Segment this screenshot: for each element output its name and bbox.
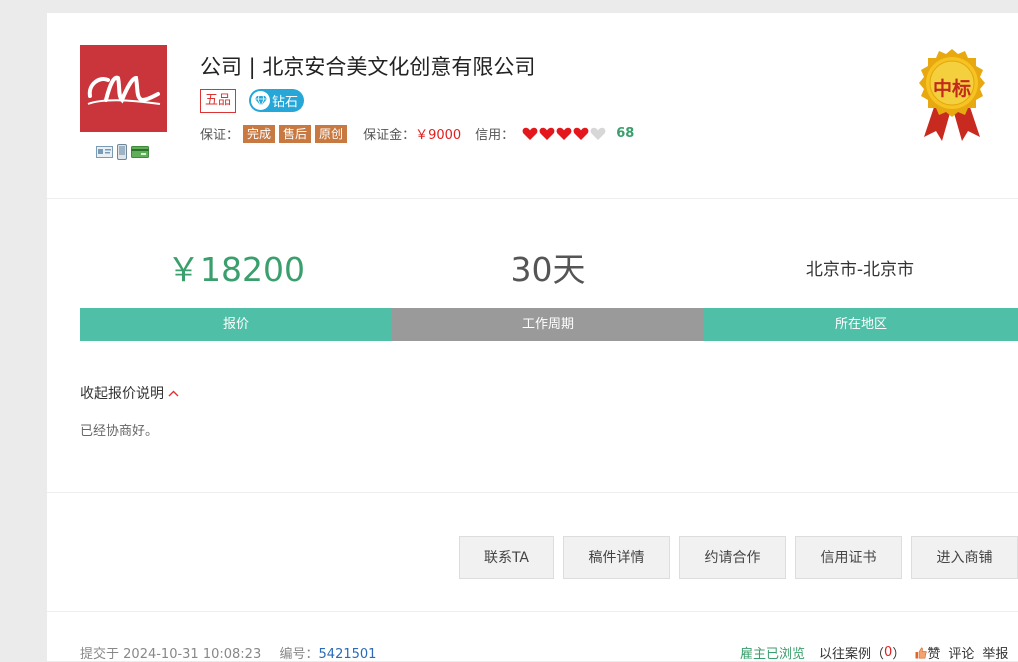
credentials-button[interactable]: 信用证书 bbox=[795, 536, 902, 579]
id-label: 编号： bbox=[279, 647, 319, 662]
guarantee-tag-aftersale[interactable]: 售后 bbox=[279, 124, 312, 143]
credit-hearts bbox=[522, 127, 606, 141]
past-cases-label[interactable]: 以往案例（ bbox=[819, 643, 884, 662]
quote-description: 已经协商好。 bbox=[80, 424, 159, 439]
grade-badge: 五品 bbox=[200, 89, 237, 113]
bid-card: 公司 | 北京安合美文化创意有限公司 五品 钻石 保证： 完成 售后 原创 保证… bbox=[47, 13, 1018, 662]
heart-filled-icon bbox=[573, 127, 589, 140]
chevron-up-icon[interactable] bbox=[168, 390, 179, 397]
company-title[interactable]: 公司 | 北京安合美文化创意有限公司 bbox=[200, 51, 535, 81]
guarantee-label: 保证： bbox=[200, 128, 240, 143]
deposit-value: ￥9000 bbox=[415, 128, 462, 143]
past-cases-close: ） bbox=[892, 647, 906, 662]
like-button[interactable]: 赞 bbox=[927, 643, 940, 662]
quote-toggle[interactable]: 收起报价说明 bbox=[80, 383, 179, 403]
phone-icon[interactable] bbox=[117, 144, 127, 160]
submitted-time: 2024-10-31 10:08:23 bbox=[123, 647, 262, 662]
diamond-icon bbox=[251, 91, 270, 110]
price-value: ￥18200 bbox=[167, 250, 305, 289]
heart-filled-icon bbox=[539, 127, 555, 140]
winning-bid-medal: 中标 bbox=[912, 47, 992, 146]
level-label: 钻石 bbox=[272, 95, 299, 110]
region-value: 北京市-北京市 bbox=[805, 260, 915, 280]
logo-mark-icon bbox=[87, 75, 160, 105]
medal-text: 中标 bbox=[932, 78, 971, 100]
credit-score: 68 bbox=[616, 126, 635, 141]
comment-button[interactable]: 评论 bbox=[948, 643, 974, 662]
guarantee-tag-complete[interactable]: 完成 bbox=[243, 124, 276, 143]
details-button[interactable]: 稿件详情 bbox=[563, 536, 670, 579]
deposit-label: 保证金： bbox=[363, 128, 416, 143]
shop-button[interactable]: 进入商铺 bbox=[911, 536, 1018, 579]
id-card-icon[interactable] bbox=[96, 146, 113, 158]
report-button[interactable]: 举报 bbox=[982, 643, 1008, 662]
heart-filled-icon bbox=[556, 127, 572, 140]
company-logo[interactable] bbox=[80, 45, 167, 132]
heart-filled-icon bbox=[522, 127, 538, 140]
footer-left: 提交于 2024-10-31 10:08:23 编号：5421501 bbox=[80, 643, 376, 662]
viewed-status: 雇主已浏览 bbox=[740, 647, 806, 662]
thumbs-up-icon[interactable] bbox=[915, 646, 928, 659]
level-badge: 钻石 bbox=[249, 89, 305, 112]
invite-button[interactable]: 约请合作 bbox=[679, 536, 786, 579]
credit-label: 信用： bbox=[475, 128, 515, 143]
quote-toggle-label[interactable]: 收起报价说明 bbox=[80, 383, 164, 403]
period-value: 30天 bbox=[510, 250, 586, 289]
verification-icons bbox=[96, 144, 149, 160]
guarantee-row: 保证： 完成 售后 原创 保证金： ￥9000 信用： 68 bbox=[200, 124, 634, 143]
region-label-bar: 所在地区 bbox=[704, 308, 1018, 341]
footer-right: 雇主已浏览 以往案例（ 0） 赞 评论 举报 bbox=[740, 643, 1008, 662]
divider-mid bbox=[47, 492, 1018, 493]
price-label-bar: 报价 bbox=[80, 308, 392, 341]
bank-card-icon[interactable] bbox=[131, 146, 149, 158]
past-cases-count[interactable]: 0 bbox=[884, 645, 892, 660]
contact-button[interactable]: 联系TA bbox=[459, 536, 554, 579]
divider-bottom bbox=[47, 611, 1018, 612]
divider-top bbox=[47, 198, 1018, 199]
id-value[interactable]: 5421501 bbox=[319, 647, 377, 662]
period-stat: 30天 bbox=[392, 250, 704, 290]
submitted-label: 提交于 bbox=[80, 647, 120, 662]
heart-empty-icon bbox=[590, 127, 606, 140]
price-stat: ￥18200 bbox=[80, 250, 392, 290]
guarantee-tag-original[interactable]: 原创 bbox=[315, 124, 348, 143]
region-stat: 北京市-北京市 bbox=[704, 258, 1016, 282]
period-label-bar: 工作周期 bbox=[392, 308, 704, 341]
